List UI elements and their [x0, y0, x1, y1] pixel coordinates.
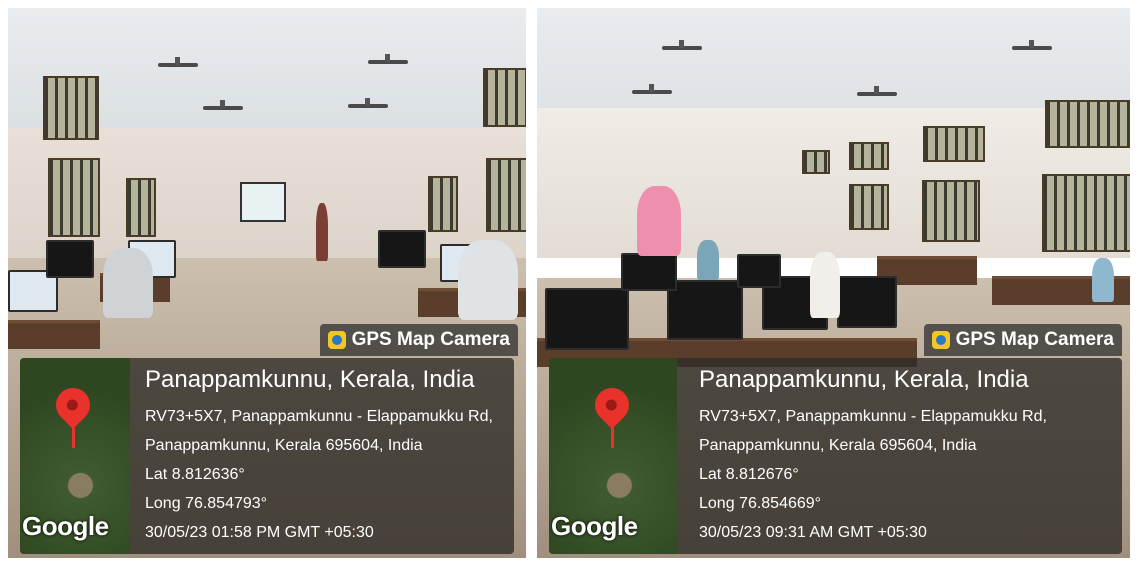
- place-name: Panappamkunnu, Kerala, India: [699, 366, 1029, 393]
- gps-title: GPS Map Camera: [351, 329, 510, 350]
- student: [103, 248, 153, 318]
- student: [697, 240, 719, 280]
- student: [810, 252, 840, 318]
- instructor: [637, 186, 681, 256]
- timestamp: 30/05/23 01:58 PM GMT +05:30: [145, 524, 374, 541]
- monitor: [837, 276, 897, 328]
- projector-screen: [240, 182, 286, 222]
- address-line-2: Panappamkunnu, Kerala 695604, India: [699, 437, 977, 454]
- address-line-1: RV73+5X7, Panappamkunnu - Elappamukku Rd…: [699, 408, 1047, 425]
- ceiling-fan: [368, 54, 408, 64]
- address-line-1: RV73+5X7, Panappamkunnu - Elappamukku Rd…: [145, 408, 493, 425]
- map-thumbnail: Google: [549, 358, 677, 554]
- monitor: [378, 230, 426, 268]
- student: [1092, 258, 1114, 302]
- place-name: Panappamkunnu, Kerala, India: [145, 366, 475, 393]
- photo-right: GPS Map Camera Google Panappamkunnu, Ker…: [537, 8, 1130, 558]
- camera-icon: [931, 331, 950, 349]
- monitor: [621, 253, 677, 291]
- location-info-panel: Google Panappamkunnu, Kerala, India RV73…: [20, 358, 514, 554]
- location-text: Panappamkunnu, Kerala, India RV73+5X7, P…: [699, 366, 1047, 547]
- window: [126, 178, 156, 237]
- window: [849, 184, 889, 230]
- window: [428, 176, 458, 232]
- longitude: Long 76.854669°: [699, 495, 822, 512]
- ceiling-fan: [158, 57, 198, 67]
- window: [922, 180, 980, 242]
- window: [1042, 174, 1130, 252]
- map-thumbnail: Google: [20, 358, 130, 554]
- window: [43, 76, 99, 140]
- google-logo: Google: [551, 511, 638, 541]
- window: [486, 158, 526, 232]
- latitude: Lat 8.812636°: [145, 466, 245, 483]
- address-line-2: Panappamkunnu, Kerala 695604, India: [145, 437, 423, 454]
- window: [483, 68, 526, 127]
- ceiling-fan: [348, 98, 388, 108]
- camera-icon: [327, 331, 346, 349]
- longitude: Long 76.854793°: [145, 495, 268, 512]
- location-text: Panappamkunnu, Kerala, India RV73+5X7, P…: [145, 366, 493, 547]
- window: [48, 158, 100, 237]
- desk: [8, 320, 100, 349]
- latitude: Lat 8.812676°: [699, 466, 799, 483]
- student: [458, 240, 518, 320]
- ceiling-fan: [203, 100, 243, 110]
- ceiling-fan: [662, 40, 702, 50]
- location-info-panel: Google Panappamkunnu, Kerala, India RV73…: [549, 358, 1122, 554]
- ceiling-fan: [857, 86, 897, 96]
- window: [849, 142, 889, 170]
- monitor: [545, 288, 629, 350]
- google-logo: Google: [22, 511, 109, 541]
- monitor: [667, 280, 743, 340]
- window: [1045, 100, 1130, 148]
- ceiling-fan: [1012, 40, 1052, 50]
- photo-left: GPS Map Camera Google Panappamkunnu, Ker…: [8, 8, 526, 558]
- map-pin-stem: [72, 420, 75, 448]
- gps-map-camera-label: GPS Map Camera: [923, 324, 1122, 356]
- gps-title: GPS Map Camera: [955, 329, 1114, 350]
- ceiling-fan: [632, 84, 672, 94]
- monitor: [737, 254, 781, 288]
- window: [923, 126, 985, 162]
- timestamp: 30/05/23 09:31 AM GMT +05:30: [699, 524, 927, 541]
- instructor: [316, 203, 328, 261]
- map-pin-stem: [611, 420, 614, 448]
- window: [802, 150, 830, 174]
- gps-map-camera-label: GPS Map Camera: [319, 324, 518, 356]
- monitor: [46, 240, 94, 278]
